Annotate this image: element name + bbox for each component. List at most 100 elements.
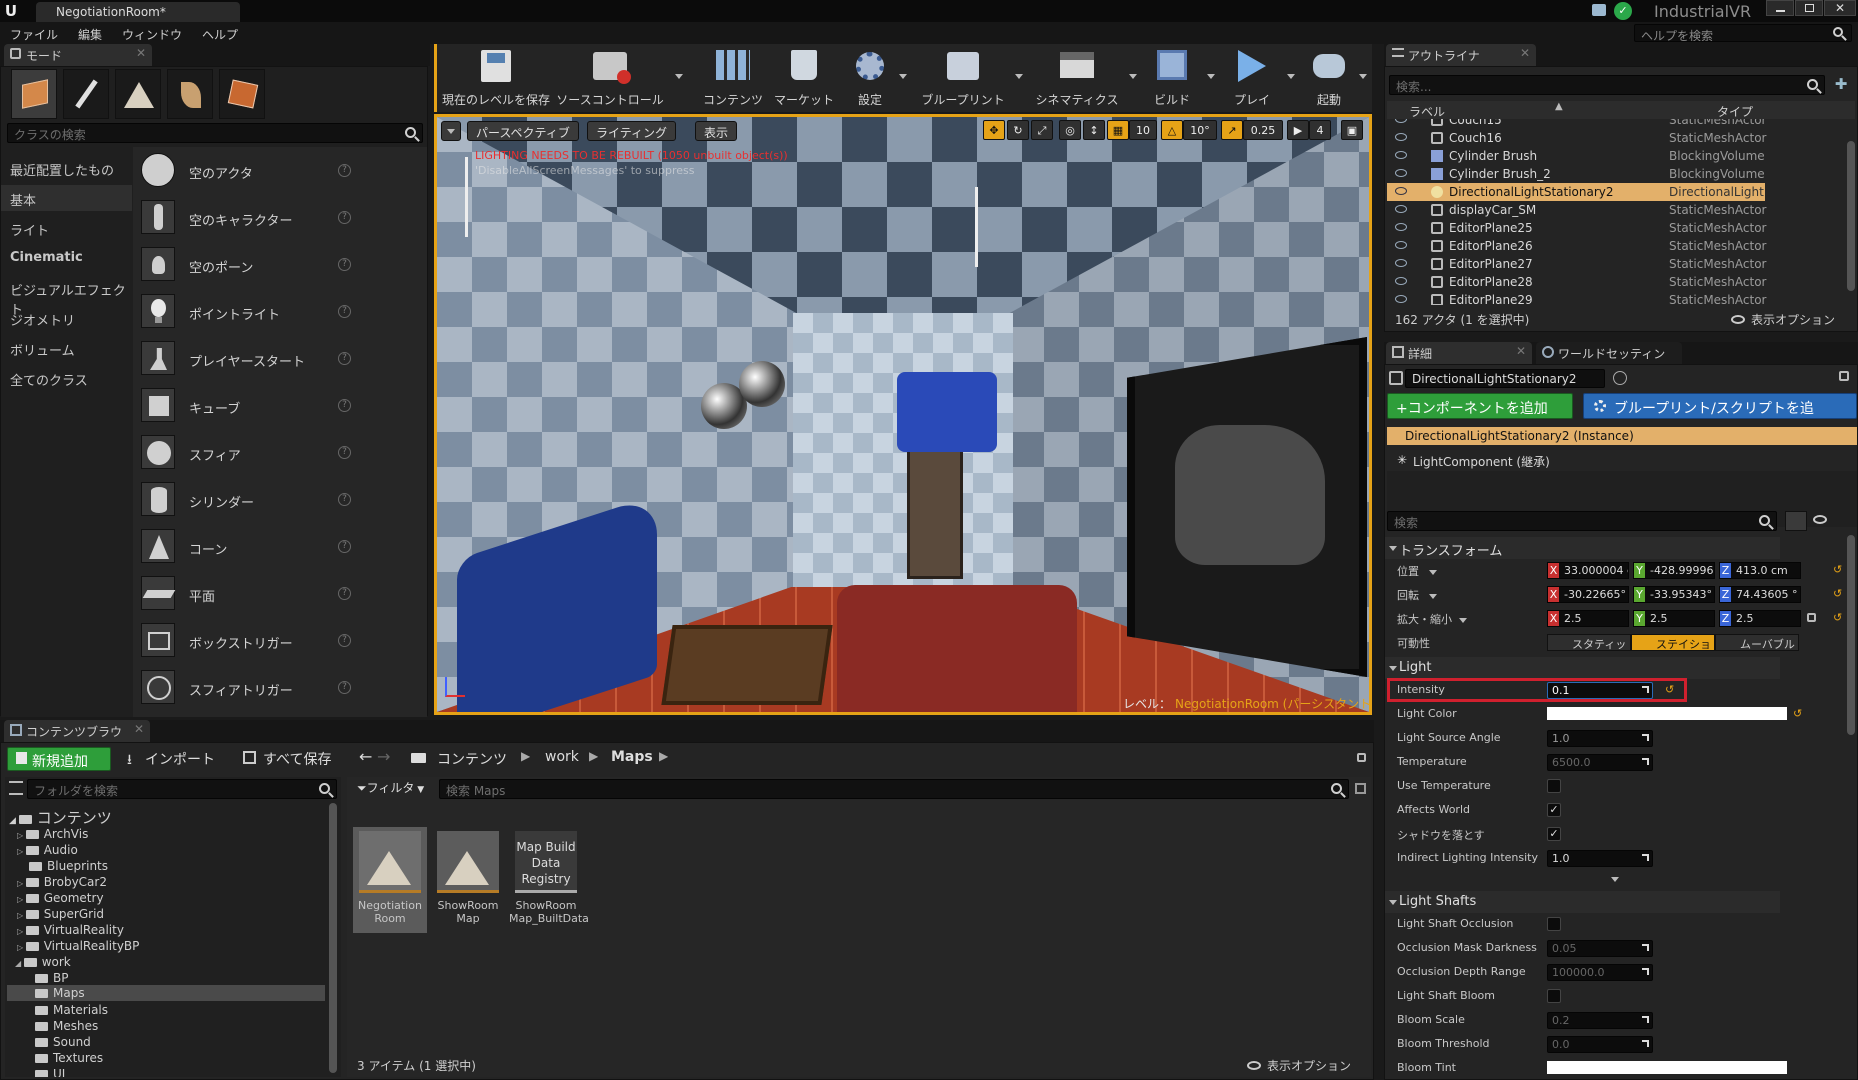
tree-item[interactable]: ▷ Geometry [17,891,104,905]
place-item-point-light[interactable]: ポイントライト? [137,290,355,334]
tree-item[interactable]: ▷ VirtualRealityBP [17,939,139,953]
help-icon[interactable]: ? [338,258,351,271]
light-shaft-bloom-checkbox[interactable] [1547,989,1561,1003]
outliner-row-selected[interactable]: DirectionalLightStationary2 DirectionalLi… [1387,183,1765,201]
place-item-empty-actor[interactable]: 空のアクタ? [137,149,355,193]
reset-arrow-icon[interactable]: ↺ [1665,683,1674,696]
blueprint-script-button[interactable]: ブループリント/スクリプトを追 [1583,393,1857,419]
grid-snap-icon[interactable]: ▦ [1107,120,1129,140]
maximize-button[interactable] [1795,0,1823,16]
place-item-empty-pawn[interactable]: 空のポーン? [137,243,355,287]
launch-dropdown-icon[interactable] [1359,74,1367,79]
filters-button[interactable]: ⏷フィルタ ▼ [357,779,427,799]
close-icon[interactable]: ✕ [134,722,144,736]
use-temperature-checkbox[interactable] [1547,779,1561,793]
place-item-cone[interactable]: コーン? [137,525,355,569]
tree-item[interactable]: UI [35,1067,65,1077]
tree-item[interactable]: Materials [35,1003,108,1017]
reset-arrow-icon[interactable]: ↺ [1793,707,1802,720]
reset-arrow-icon[interactable]: ↺ [1833,587,1842,600]
visibility-eye-icon[interactable] [1395,295,1407,303]
viewport-options-button[interactable] [441,121,461,141]
outliner-view-options[interactable]: 表示オプション [1731,311,1855,329]
tree-item[interactable]: BP [35,971,68,985]
column-type-header[interactable]: タイプ [1717,103,1753,120]
visibility-filter-icon[interactable] [1813,515,1827,524]
source-control-dropdown-icon[interactable] [675,74,683,79]
path-work[interactable]: work [545,749,579,765]
asset-tile-showroom-map[interactable]: ShowRoom Map [437,831,499,925]
section-transform[interactable]: トランスフォーム [1385,537,1780,559]
mode-foliage-button[interactable] [167,69,213,119]
scale-snap-icon[interactable]: ↗ [1221,120,1243,140]
help-icon[interactable]: ? [338,399,351,412]
perspective-button[interactable]: パースペクティブ [467,121,579,141]
cast-shadows-checkbox[interactable]: ✓ [1547,827,1561,841]
show-menu-button[interactable]: 表示 [695,121,738,141]
mode-place-button[interactable] [11,69,57,119]
place-item-cube[interactable]: キューブ? [137,384,355,428]
place-item-player-start[interactable]: プレイヤースタート? [137,337,355,381]
grid-snap-value[interactable]: 10 [1129,120,1157,140]
menu-window[interactable]: ウィンドウ [122,26,182,43]
camera-speed-value[interactable]: 4 [1309,120,1331,140]
help-icon[interactable]: ? [338,493,351,506]
scale-y-field[interactable]: Y 2.5 [1633,610,1715,627]
tab-modes[interactable]: モード ✕ [4,44,152,66]
visibility-eye-icon[interactable] [1395,151,1407,159]
marketplace-button[interactable]: マーケット [771,44,837,112]
outliner-row[interactable]: EditorPlane29 StaticMeshActor [1387,291,1766,305]
lock-icon[interactable] [1839,371,1849,381]
rotation-snap-icon[interactable]: △ [1161,120,1183,140]
menu-file[interactable]: ファイル [10,26,58,43]
mode-landscape-button[interactable] [115,69,161,119]
close-window-button[interactable]: ✕ [1824,0,1856,16]
mode-paint-button[interactable] [63,69,109,119]
minimize-button[interactable] [1766,0,1794,16]
level-tab[interactable]: NegotiationRoom* [36,2,240,22]
location-x-field[interactable]: X 33.000004 c [1547,562,1629,579]
category-lights[interactable]: ライト [1,215,132,241]
outliner-row[interactable]: displayCar_SM StaticMeshActor [1387,201,1766,219]
category-cinematic[interactable]: Cinematic [1,245,132,271]
scale-tool-icon[interactable]: ⤢ [1031,120,1053,140]
asset-tile-showroom-builtdata[interactable]: Map Build Data Registry ShowRoom Map_Bui… [509,831,589,925]
build-dropdown-icon[interactable] [1207,74,1215,79]
asset-tile-negotiation-room[interactable]: Negotiation Room [358,831,422,925]
category-recent[interactable]: 最近配置したもの [1,155,132,181]
close-icon[interactable]: ✕ [136,46,146,60]
section-light-shafts[interactable]: Light Shafts [1385,891,1780,913]
place-item-cylinder[interactable]: シリンダー? [137,478,355,522]
intensity-input[interactable]: 0.1 [1547,682,1653,699]
notification-icon[interactable] [1592,4,1606,16]
close-icon[interactable]: ✕ [1516,344,1526,358]
play-button[interactable]: プレイ [1221,44,1283,112]
help-icon[interactable]: ? [338,164,351,177]
indirect-lighting-input[interactable]: 1.0 [1547,850,1653,867]
location-z-field[interactable]: Z 413.0 cm [1719,562,1801,579]
section-light[interactable]: Light [1385,657,1780,679]
scale-snap-value[interactable]: 0.25 [1243,120,1283,140]
help-icon[interactable]: ? [338,587,351,600]
help-search-input[interactable]: ヘルプを検索 [1634,24,1852,42]
category-all-classes[interactable]: 全てのクラス [1,365,132,391]
tree-item[interactable]: ▷ VirtualReality [17,923,124,937]
play-dropdown-icon[interactable] [1287,74,1295,79]
lighting-mode-button[interactable]: ライティング [587,121,677,141]
add-new-button[interactable]: 新規追加 [7,747,111,771]
place-item-box-trigger[interactable]: ボックストリガー? [137,619,355,663]
tree-item[interactable]: ◢ work [15,955,71,969]
visibility-eye-icon[interactable] [1395,205,1407,213]
tree-item[interactable]: ▷ SuperGrid [17,907,104,921]
bloom-tint-swatch[interactable] [1547,1061,1787,1074]
asset-view-options[interactable]: 表示オプション [1247,1057,1367,1075]
outliner-row[interactable]: Cylinder Brush BlockingVolume [1387,147,1765,165]
cinematics-button[interactable]: シネマティクス [1027,44,1127,112]
save-level-button[interactable]: 現在のレベルを保存 [441,44,551,112]
visibility-eye-icon[interactable] [1395,241,1407,249]
tab-outliner[interactable]: アウトライナ ✕ [1386,44,1536,66]
lock-scale-icon[interactable] [1807,613,1816,622]
outliner-row[interactable]: Cylinder Brush_2 BlockingVolume [1387,165,1765,183]
save-all-button[interactable]: すべて保存 [241,749,345,771]
property-matrix-icon[interactable] [1785,511,1807,531]
